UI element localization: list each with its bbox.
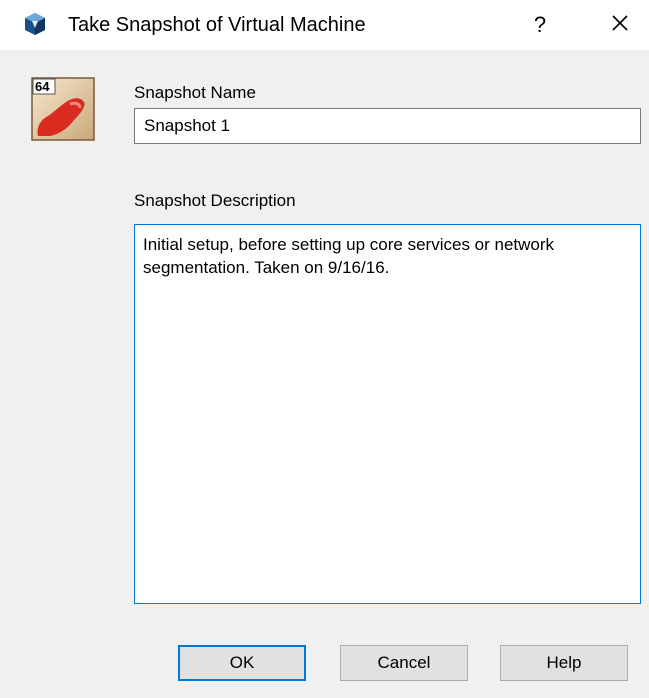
cancel-button[interactable]: Cancel [340, 645, 468, 681]
vm-64-badge: 64 [35, 79, 50, 94]
close-icon [611, 14, 629, 37]
virtualbox-icon [24, 12, 46, 36]
title-help-button[interactable]: ? [520, 6, 560, 44]
snapshot-name-label: Snapshot Name [134, 83, 256, 102]
ok-button[interactable]: OK [178, 645, 306, 681]
close-button[interactable] [598, 6, 642, 44]
vm-os-icon: 64 [30, 76, 96, 142]
snapshot-dialog: Take Snapshot of Virtual Machine ? 64 Sn… [0, 0, 649, 698]
snapshot-description-field[interactable]: Initial setup, before setting up core se… [134, 224, 641, 604]
snapshot-description-label: Snapshot Description [134, 191, 296, 210]
snapshot-name-field[interactable] [134, 108, 641, 144]
help-button[interactable]: Help [500, 645, 628, 681]
title-bar[interactable]: Take Snapshot of Virtual Machine ? [0, 0, 649, 50]
window-title: Take Snapshot of Virtual Machine [68, 14, 366, 36]
